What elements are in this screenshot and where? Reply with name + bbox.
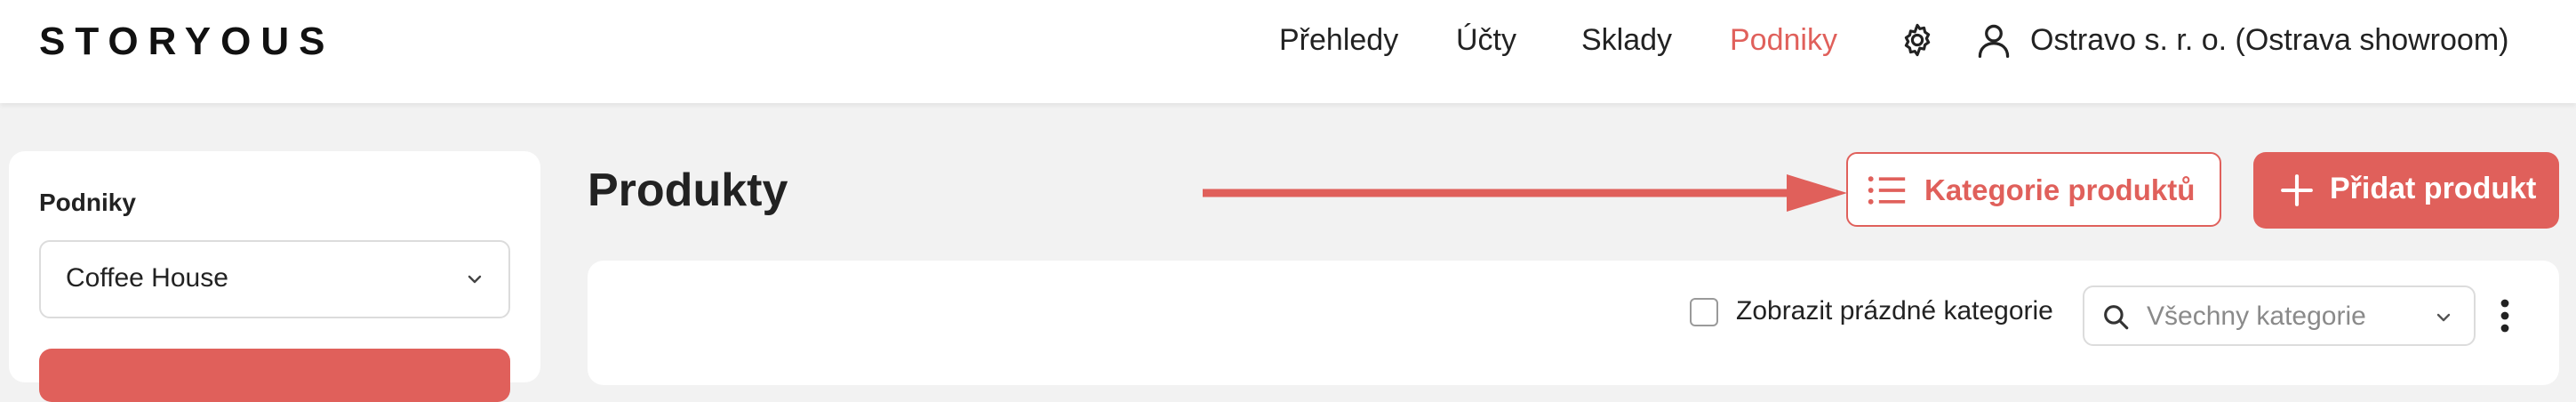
show-empty-categories-label[interactable]: Zobrazit prázdné kategorie xyxy=(1736,296,2053,326)
page-title: Produkty xyxy=(588,165,788,216)
venue-select-value: Coffee House xyxy=(66,263,228,293)
nav-item-podniky[interactable]: Podniky xyxy=(1730,23,1837,58)
nav-item-ucty[interactable]: Účty xyxy=(1456,23,1516,58)
add-product-button[interactable]: Přidat produkt xyxy=(2253,152,2559,229)
products-card: Zobrazit prázdné kategorie Všechny kateg… xyxy=(588,261,2559,385)
chevron-down-icon xyxy=(468,275,482,284)
plus-icon xyxy=(2281,174,2313,206)
sidebar-action-button[interactable] xyxy=(39,349,510,402)
top-navigation-bar: STORYOUS Přehledy Účty Sklady Podniky Os… xyxy=(0,0,2576,103)
product-categories-label: Kategorie produktů xyxy=(1924,173,2196,206)
user-icon[interactable] xyxy=(1974,20,2013,60)
more-options-icon[interactable] xyxy=(2498,298,2512,334)
venue-select[interactable]: Coffee House xyxy=(39,240,510,318)
search-icon xyxy=(2104,305,2129,330)
list-icon xyxy=(1868,176,1906,205)
nav-item-sklady[interactable]: Sklady xyxy=(1581,23,1672,58)
account-name[interactable]: Ostravo s. r. o. (Ostrava showroom) xyxy=(2030,23,2508,58)
storyous-logo[interactable]: STORYOUS xyxy=(39,20,335,64)
show-empty-categories-checkbox[interactable] xyxy=(1690,298,1718,326)
venue-panel: Podniky Coffee House xyxy=(9,151,540,402)
category-filter-placeholder: Všechny kategorie xyxy=(2147,302,2366,331)
gear-icon[interactable] xyxy=(1899,21,1936,59)
add-product-label: Přidat produkt xyxy=(2330,172,2537,205)
nav-item-prehledy[interactable]: Přehledy xyxy=(1279,23,1398,58)
category-filter-select[interactable]: Všechny kategorie xyxy=(2083,285,2476,346)
venue-label: Podniky xyxy=(39,189,136,216)
chevron-down-icon xyxy=(2436,313,2451,322)
annotation-arrow xyxy=(1203,174,1847,212)
product-categories-button[interactable]: Kategorie produktů xyxy=(1846,152,2221,227)
